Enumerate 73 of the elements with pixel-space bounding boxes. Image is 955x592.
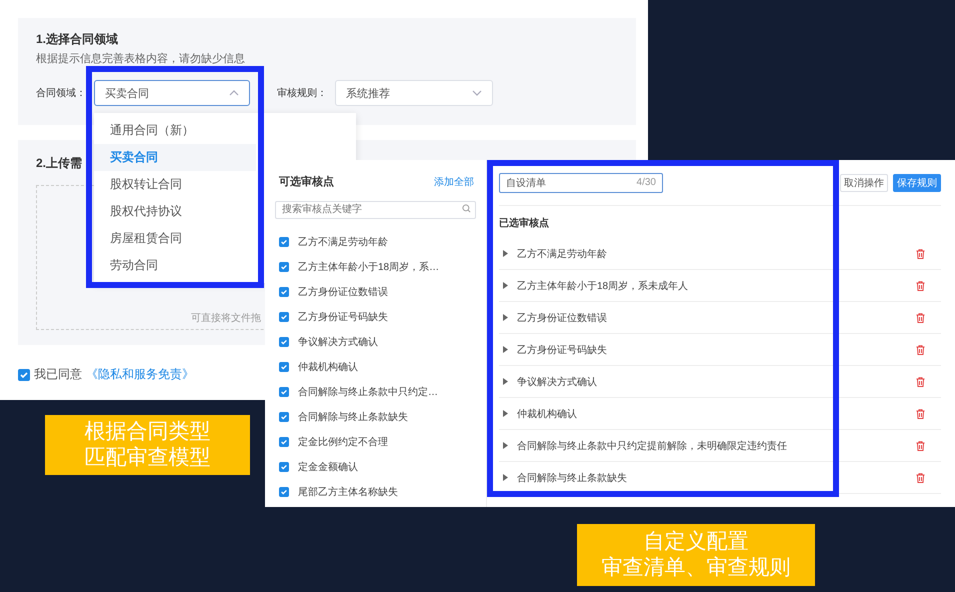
panel-title: 已选审核点: [499, 218, 550, 230]
caret-icon[interactable]: [503, 378, 508, 385]
checkpoint-label: 仲裁机构确认: [298, 360, 358, 374]
select-field[interactable]: 买卖合同: [94, 80, 250, 106]
trash-icon[interactable]: [916, 280, 925, 290]
add-all-link[interactable]: 添加全部: [434, 174, 474, 188]
trash-icon[interactable]: [916, 344, 925, 354]
caret-icon[interactable]: [503, 282, 508, 289]
checkpoint-label: 乙方身份证位数错误: [517, 312, 608, 324]
cancel-button[interactable]: 取消操作: [840, 174, 888, 192]
dropdown-item[interactable]: 股权代持协议: [94, 198, 256, 225]
checkbox[interactable]: [279, 386, 289, 396]
checkbox[interactable]: [279, 412, 289, 422]
agreement-text: 我已同意: [34, 366, 82, 383]
checkpoint-label: 乙方主体年龄小于18周岁，系…: [298, 260, 440, 274]
checkpoint-label: 合同解除与终止条款中只约定…: [298, 386, 438, 398]
checkpoint-label: 仲裁机构确认: [517, 408, 578, 420]
checkbox[interactable]: [279, 462, 289, 472]
panel-title: 可选审核点: [279, 174, 334, 189]
checkpoint-label: 合同解除与终止条款缺失: [517, 472, 628, 484]
search-icon: [462, 204, 471, 212]
trash-icon[interactable]: [916, 440, 925, 450]
dropdown-item[interactable]: 股权转让合同: [94, 171, 256, 198]
caret-icon[interactable]: [503, 410, 508, 417]
dropdown-item[interactable]: 劳动合同: [94, 252, 256, 279]
field-label: 合同领域：: [36, 86, 87, 100]
checkbox[interactable]: [279, 486, 289, 496]
chevron-icon: [229, 90, 239, 96]
caret-icon[interactable]: [503, 442, 508, 449]
checkpoint-label: 乙方主体年龄小于18周岁，系未成年人: [517, 280, 690, 292]
search-field[interactable]: 搜索审核点关键字: [275, 200, 476, 218]
caret-icon[interactable]: [503, 474, 508, 481]
checkpoint-label: 乙方不满足劳动年龄: [298, 236, 388, 248]
checkpoint-label: 乙方身份证号码缺失: [298, 310, 388, 324]
caret-icon[interactable]: [503, 314, 508, 321]
caret-icon[interactable]: [503, 250, 508, 257]
trash-icon[interactable]: [916, 248, 925, 258]
section-hint: 根据提示信息完善表格内容，请勿缺少信息: [36, 53, 245, 66]
checkpoint-label: 争议解决方式确认: [517, 376, 598, 388]
checkpoint-label: 定金金额确认: [298, 460, 358, 474]
checkpoint-label: 争议解决方式确认: [298, 336, 378, 348]
trash-icon[interactable]: [916, 472, 925, 482]
checkpoint-label: 乙方身份证号码缺失: [517, 344, 608, 356]
trash-icon[interactable]: [916, 376, 925, 386]
dropdown-item[interactable]: 房屋租赁合同: [94, 225, 256, 252]
checkpoint-label: 合同解除与终止条款缺失: [298, 410, 408, 424]
section-title: 2.上传需: [36, 156, 82, 170]
caret-icon[interactable]: [503, 346, 508, 353]
name-input-field[interactable]: 自设清单 4/30: [499, 172, 663, 192]
checkpoint-label: 乙方身份证位数错误: [298, 286, 388, 298]
checkbox[interactable]: [279, 312, 289, 322]
checkbox[interactable]: [279, 262, 289, 272]
chevron-icon: [472, 90, 482, 96]
trash-icon[interactable]: [916, 312, 925, 322]
checkbox[interactable]: [279, 336, 289, 346]
checkbox[interactable]: [279, 286, 289, 296]
checkpoint-label: 尾部乙方主体名称缺失: [298, 486, 398, 498]
caption-label: 自定义配置 审查清单、审查规则: [577, 524, 815, 586]
checkbox[interactable]: [279, 236, 289, 246]
trash-icon[interactable]: [916, 408, 925, 418]
section-title: 1.选择合同领域: [36, 32, 118, 46]
select-field[interactable]: 系统推荐: [335, 80, 493, 106]
checkpoint-label: 乙方不满足劳动年龄: [517, 248, 608, 260]
checkbox[interactable]: [279, 362, 289, 372]
field-label: 审核规则：: [277, 86, 328, 100]
checkbox[interactable]: [18, 368, 30, 380]
caption-label: 根据合同类型 匹配审查模型: [45, 415, 250, 475]
checkpoint-label: 合同解除与终止条款中只约定提前解除，未明确限定违约责任: [517, 440, 788, 452]
checkbox[interactable]: [279, 436, 289, 446]
checkpoint-label: 定金比例约定不合理: [298, 436, 388, 448]
upload-hint: 可直接将文件拖: [191, 312, 261, 325]
privacy-link[interactable]: 《隐私和服务免责》: [86, 366, 194, 383]
dropdown-item[interactable]: 通用合同（新）: [94, 117, 256, 144]
